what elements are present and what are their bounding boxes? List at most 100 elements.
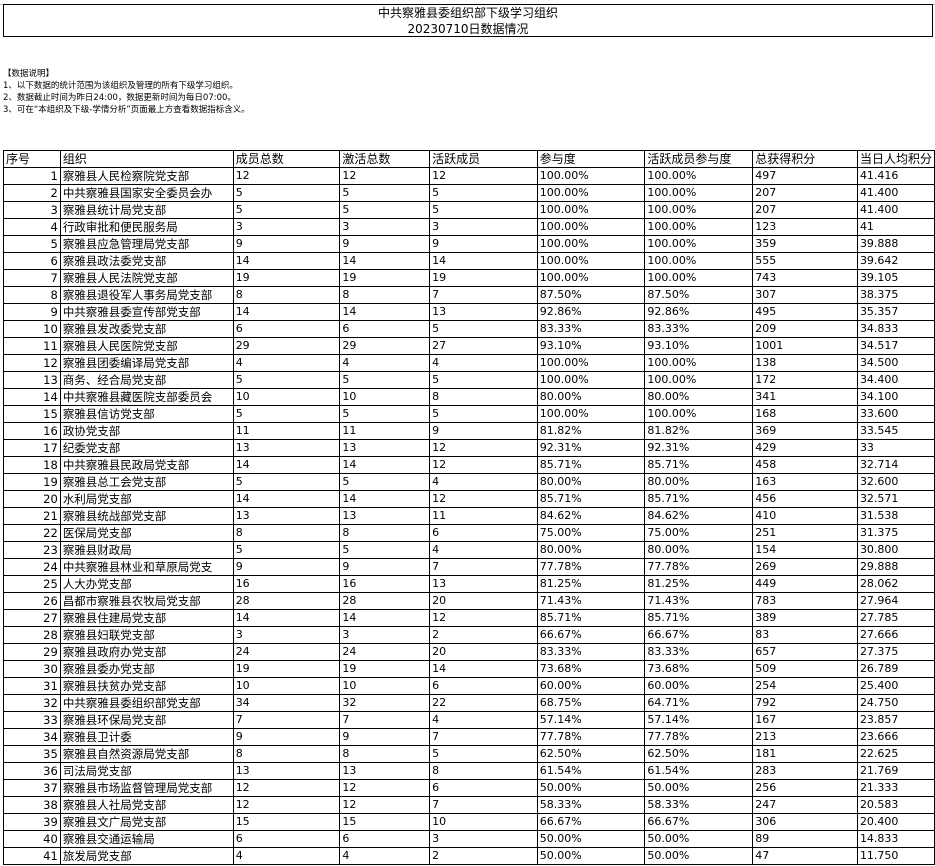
activated-total-cell[interactable]: 13 — [339, 762, 431, 780]
total-points-cell[interactable]: 168 — [752, 405, 858, 423]
organization-cell[interactable]: 中共察雅县林业和草原局党支 — [59, 558, 234, 576]
organization-cell[interactable]: 察雅县人社局党支部 — [59, 796, 234, 814]
avg-points-cell[interactable]: 34.500 — [856, 354, 935, 372]
index-cell[interactable]: 39 — [3, 813, 61, 831]
active-participation-cell[interactable]: 71.43% — [644, 592, 754, 610]
avg-points-cell[interactable]: 28.062 — [856, 575, 935, 593]
organization-cell[interactable]: 中共察雅县委组织部党支部 — [59, 694, 234, 712]
participation-cell[interactable]: 66.67% — [536, 626, 646, 644]
active-members-cell[interactable]: 5 — [429, 184, 538, 202]
participation-cell[interactable]: 100.00% — [536, 184, 646, 202]
activated-total-cell[interactable]: 9 — [339, 235, 431, 253]
member-total-cell[interactable]: 19 — [232, 660, 341, 678]
member-total-cell[interactable]: 10 — [232, 677, 341, 695]
activated-total-cell[interactable]: 8 — [339, 286, 431, 304]
avg-points-cell[interactable]: 34.833 — [856, 320, 935, 338]
member-total-cell[interactable]: 13 — [232, 439, 341, 457]
member-total-cell[interactable]: 9 — [232, 235, 341, 253]
member-total-cell[interactable]: 4 — [232, 847, 341, 865]
index-cell[interactable]: 26 — [3, 592, 61, 610]
active-members-cell[interactable]: 12 — [429, 439, 538, 457]
index-cell[interactable]: 6 — [3, 252, 61, 270]
member-total-cell[interactable]: 5 — [232, 541, 341, 559]
total-points-cell[interactable]: 449 — [752, 575, 858, 593]
index-cell[interactable]: 32 — [3, 694, 61, 712]
active-participation-cell[interactable]: 83.33% — [644, 643, 754, 661]
organization-cell[interactable]: 察雅县应急管理局党支部 — [59, 235, 234, 253]
member-total-cell[interactable]: 9 — [232, 728, 341, 746]
participation-cell[interactable]: 100.00% — [536, 252, 646, 270]
activated-total-cell[interactable]: 14 — [339, 609, 431, 627]
total-points-cell[interactable]: 83 — [752, 626, 858, 644]
participation-cell[interactable]: 81.82% — [536, 422, 646, 440]
member-total-cell[interactable]: 15 — [232, 813, 341, 831]
active-participation-cell[interactable]: 85.71% — [644, 609, 754, 627]
participation-cell[interactable]: 100.00% — [536, 201, 646, 219]
member-total-cell[interactable]: 14 — [232, 456, 341, 474]
organization-cell[interactable]: 察雅县文广局党支部 — [59, 813, 234, 831]
organization-cell[interactable]: 政协党支部 — [59, 422, 234, 440]
member-total-cell[interactable]: 14 — [232, 303, 341, 321]
activated-total-cell[interactable]: 10 — [339, 677, 431, 695]
activated-total-cell[interactable]: 11 — [339, 422, 431, 440]
organization-cell[interactable]: 行政审批和便民服务局 — [59, 218, 234, 236]
avg-points-cell[interactable]: 24.750 — [856, 694, 935, 712]
index-cell[interactable]: 40 — [3, 830, 61, 848]
member-total-cell[interactable]: 12 — [232, 796, 341, 814]
index-cell[interactable]: 14 — [3, 388, 61, 406]
active-members-cell[interactable]: 5 — [429, 201, 538, 219]
index-cell[interactable]: 3 — [3, 201, 61, 219]
organization-cell[interactable]: 水利局党支部 — [59, 490, 234, 508]
active-participation-cell[interactable]: 92.31% — [644, 439, 754, 457]
index-cell[interactable]: 4 — [3, 218, 61, 236]
participation-cell[interactable]: 50.00% — [536, 847, 646, 865]
participation-cell[interactable]: 80.00% — [536, 541, 646, 559]
activated-total-cell[interactable]: 29 — [339, 337, 431, 355]
active-participation-cell[interactable]: 80.00% — [644, 473, 754, 491]
activated-total-cell[interactable]: 14 — [339, 303, 431, 321]
activated-total-cell[interactable]: 19 — [339, 269, 431, 287]
total-points-cell[interactable]: 509 — [752, 660, 858, 678]
activated-total-cell[interactable]: 14 — [339, 456, 431, 474]
active-participation-cell[interactable]: 81.82% — [644, 422, 754, 440]
organization-cell[interactable]: 察雅县人民医院党支部 — [59, 337, 234, 355]
total-points-cell[interactable]: 89 — [752, 830, 858, 848]
avg-points-cell[interactable]: 20.583 — [856, 796, 935, 814]
member-total-cell[interactable]: 13 — [232, 762, 341, 780]
index-cell[interactable]: 22 — [3, 524, 61, 542]
organization-cell[interactable]: 察雅县退役军人事务局党支部 — [59, 286, 234, 304]
avg-points-cell[interactable]: 41.416 — [856, 167, 935, 185]
avg-points-cell[interactable]: 34.400 — [856, 371, 935, 389]
avg-points-cell[interactable]: 39.105 — [856, 269, 935, 287]
activated-total-cell[interactable]: 6 — [339, 320, 431, 338]
participation-cell[interactable]: 85.71% — [536, 609, 646, 627]
organization-cell[interactable]: 察雅县总工会党支部 — [59, 473, 234, 491]
total-points-cell[interactable]: 283 — [752, 762, 858, 780]
active-members-cell[interactable]: 13 — [429, 303, 538, 321]
total-points-cell[interactable]: 209 — [752, 320, 858, 338]
avg-points-cell[interactable]: 20.400 — [856, 813, 935, 831]
member-total-cell[interactable]: 5 — [232, 405, 341, 423]
index-cell[interactable]: 16 — [3, 422, 61, 440]
activated-total-cell[interactable]: 13 — [339, 439, 431, 457]
participation-cell[interactable]: 66.67% — [536, 813, 646, 831]
active-participation-cell[interactable]: 100.00% — [644, 354, 754, 372]
index-cell[interactable]: 10 — [3, 320, 61, 338]
participation-cell[interactable]: 73.68% — [536, 660, 646, 678]
col-index-header[interactable]: 序号 — [3, 150, 61, 168]
participation-cell[interactable]: 92.86% — [536, 303, 646, 321]
active-participation-cell[interactable]: 100.00% — [644, 269, 754, 287]
col-participation-header[interactable]: 参与度 — [536, 150, 646, 168]
organization-cell[interactable]: 察雅县团委编译局党支部 — [59, 354, 234, 372]
organization-cell[interactable]: 察雅县卫计委 — [59, 728, 234, 746]
organization-cell[interactable]: 中共察雅县藏医院支部委员会 — [59, 388, 234, 406]
active-participation-cell[interactable]: 77.78% — [644, 728, 754, 746]
activated-total-cell[interactable]: 9 — [339, 558, 431, 576]
index-cell[interactable]: 27 — [3, 609, 61, 627]
organization-cell[interactable]: 察雅县政法委党支部 — [59, 252, 234, 270]
organization-cell[interactable]: 纪委党支部 — [59, 439, 234, 457]
participation-cell[interactable]: 85.71% — [536, 490, 646, 508]
avg-points-cell[interactable]: 23.666 — [856, 728, 935, 746]
total-points-cell[interactable]: 167 — [752, 711, 858, 729]
total-points-cell[interactable]: 254 — [752, 677, 858, 695]
